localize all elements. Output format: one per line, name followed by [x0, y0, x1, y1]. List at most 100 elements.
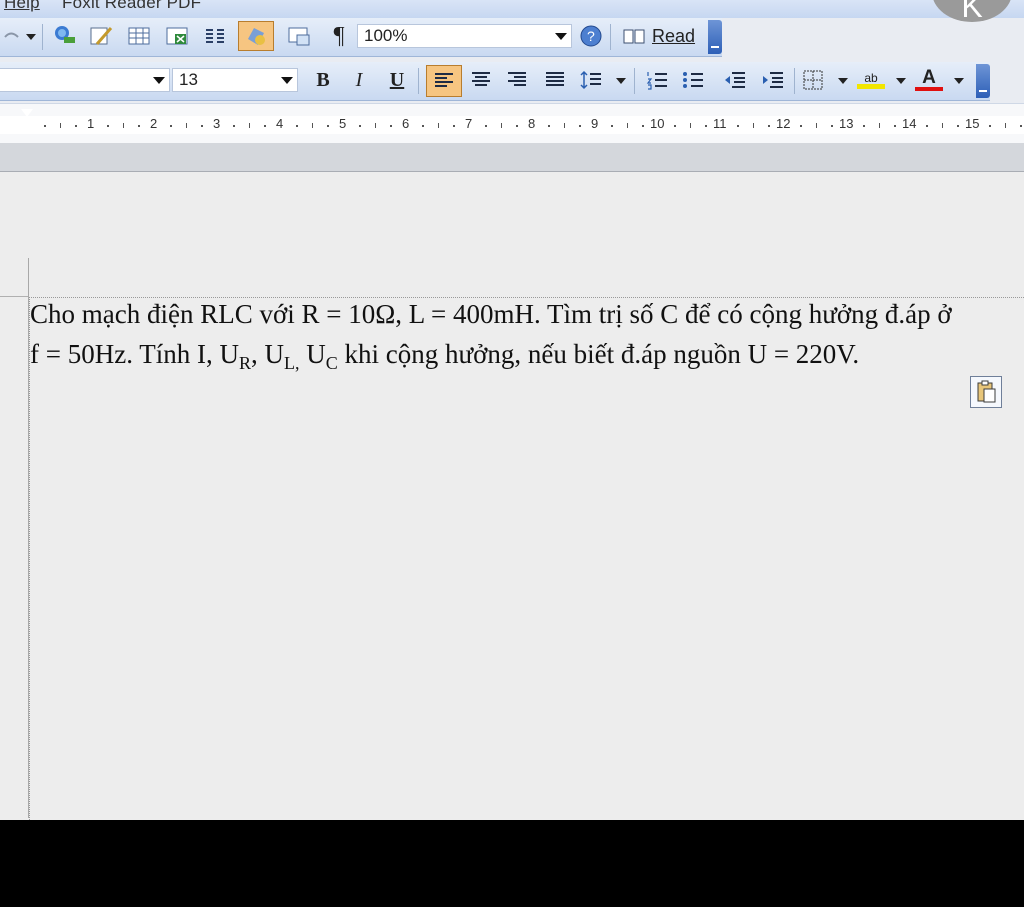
hyperlink-icon[interactable]	[52, 23, 78, 49]
ruler-dot	[957, 125, 960, 127]
ruler-dot	[138, 125, 141, 127]
font-name-dropdown-icon[interactable]	[153, 77, 165, 84]
increase-indent-icon[interactable]	[760, 67, 786, 93]
ruler-dot	[421, 125, 424, 127]
document-map-icon[interactable]	[286, 23, 312, 49]
ruler-dot	[642, 125, 645, 127]
menu-help[interactable]: Help	[4, 0, 40, 13]
ruler-number: 10	[650, 116, 665, 131]
font-size-combo[interactable]: 13	[172, 68, 298, 92]
justify-icon[interactable]	[542, 67, 568, 93]
font-size-dropdown-icon[interactable]	[281, 77, 293, 84]
zoom-dropdown-icon[interactable]	[555, 33, 567, 40]
subscript-l: L,	[283, 353, 300, 373]
highlight-color-swatch	[857, 83, 885, 89]
ruler-tick	[815, 123, 817, 128]
ruler-dot	[862, 125, 865, 127]
ruler-tick	[437, 123, 439, 128]
borders-dropdown-icon[interactable]	[838, 78, 848, 84]
ruler-tick	[689, 123, 691, 128]
undo-dropdown-icon[interactable]	[26, 34, 36, 40]
line2-part-b: khi cộng hưởng, nếu biết đ.áp nguồn U = …	[337, 339, 860, 369]
ruler-tick	[626, 123, 628, 128]
undo-icon[interactable]	[0, 23, 22, 49]
ruler-dot	[925, 125, 928, 127]
insert-excel-icon[interactable]	[164, 23, 190, 49]
ruler-dot	[705, 125, 708, 127]
insert-table-icon[interactable]	[126, 23, 152, 49]
document-page[interactable]: Cho mạch điện RLC với R = 10Ω, L = 400mH…	[0, 172, 1024, 820]
align-left-icon	[435, 73, 453, 87]
drawing-icon	[248, 28, 265, 45]
ruler-dot	[1020, 125, 1023, 127]
ruler-number: 7	[465, 116, 473, 131]
menu-foxit-reader-pdf[interactable]: Foxit Reader PDF	[62, 0, 201, 13]
paste-options-button[interactable]	[970, 376, 1002, 408]
ruler-dot	[736, 125, 739, 127]
ruler-number: 6	[402, 116, 410, 131]
line-spacing-dropdown-icon[interactable]	[616, 78, 626, 84]
ruler-number: 8	[528, 116, 536, 131]
font-name-combo[interactable]	[0, 68, 170, 92]
tables-borders-icon[interactable]	[88, 23, 114, 49]
first-line-indent-marker[interactable]	[21, 109, 33, 117]
drawing-button[interactable]	[238, 21, 274, 51]
ruler-dot	[390, 125, 393, 127]
ruler-dot	[547, 125, 550, 127]
ruler-tick	[59, 123, 61, 128]
font-color-dropdown-icon[interactable]	[954, 78, 964, 84]
ruler-tick	[1004, 123, 1006, 128]
line-spacing-icon[interactable]	[578, 67, 604, 93]
ruler-tick	[752, 123, 754, 128]
bold-button[interactable]: B	[310, 67, 336, 93]
toolbar-separator	[794, 68, 795, 94]
ruler-dot	[295, 125, 298, 127]
ruler-tick	[500, 123, 502, 128]
read-button[interactable]: Read	[622, 23, 702, 49]
menu-bar: Help Foxit Reader PDF K	[0, 0, 1024, 24]
bullets-icon[interactable]	[680, 67, 706, 93]
read-label: Read	[652, 25, 696, 46]
show-hide-formatting-icon[interactable]: ¶	[326, 23, 352, 49]
ruler-dot	[894, 125, 897, 127]
help-icon[interactable]: ?	[578, 23, 604, 49]
numbering-icon[interactable]	[644, 67, 670, 93]
ruler-dot	[106, 125, 109, 127]
ruler-tick	[311, 123, 313, 128]
ruler-dot	[484, 125, 487, 127]
ruler-dot	[988, 125, 991, 127]
align-right-icon[interactable]	[504, 67, 530, 93]
ruler-dot	[327, 125, 330, 127]
word-window: Help Foxit Reader PDF K ¶ 100% ? Read 13…	[0, 0, 1024, 820]
font-color-button[interactable]: A	[912, 67, 946, 93]
ruler-tick	[878, 123, 880, 128]
toolbar-separator	[42, 24, 43, 50]
borders-icon[interactable]	[800, 67, 826, 93]
underline-label: U	[389, 68, 405, 91]
highlight-button[interactable]: ab	[854, 67, 888, 93]
ruler-number: 11	[713, 116, 727, 131]
ruler-dot	[43, 125, 46, 127]
toolbar-options-icon[interactable]	[708, 20, 722, 54]
align-center-icon[interactable]	[468, 67, 494, 93]
zoom-combo[interactable]: 100%	[357, 24, 572, 48]
columns-icon[interactable]	[202, 23, 228, 49]
ruler-number: 13	[839, 116, 854, 131]
ruler-number: 15	[965, 116, 980, 131]
line2-comma: , U	[250, 339, 284, 369]
ruler-dot	[516, 125, 519, 127]
margin-guide-horizontal	[0, 296, 28, 297]
underline-button[interactable]: U	[384, 67, 410, 93]
highlight-dropdown-icon[interactable]	[896, 78, 906, 84]
ruler-number: 2	[150, 116, 158, 131]
decrease-indent-icon[interactable]	[722, 67, 748, 93]
font-size-value: 13	[179, 70, 198, 89]
toolbar-options-icon[interactable]	[976, 64, 990, 98]
align-left-button[interactable]	[426, 65, 462, 97]
line2-part-a: f = 50Hz. Tính I, U	[30, 339, 239, 369]
ruler-number: 4	[276, 116, 284, 131]
ruler-dot	[831, 125, 834, 127]
ruler-tick	[248, 123, 250, 128]
horizontal-ruler[interactable]: 1 2 3 4 5 6 7 8 9 10 11 12 13 14 15	[0, 103, 1024, 144]
italic-button[interactable]: I	[346, 67, 372, 93]
